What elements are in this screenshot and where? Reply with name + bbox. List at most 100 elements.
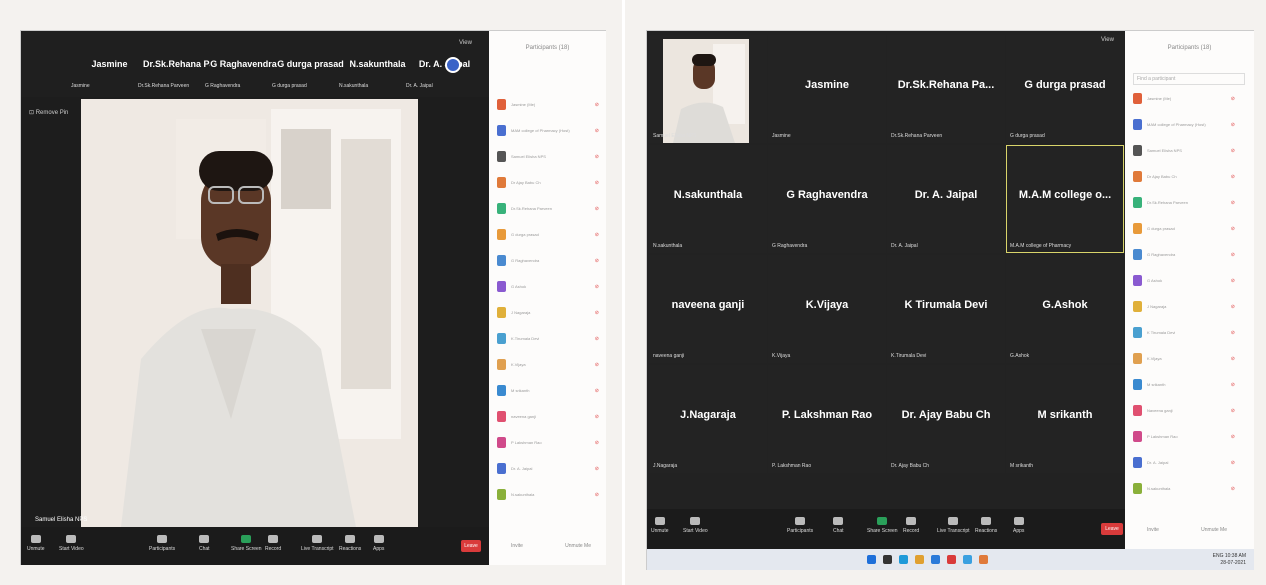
participant-item[interactable]: Dr Ajay Babu Ch ⊘ — [497, 177, 601, 191]
participant-item[interactable]: Dr.Sk.Rehana Parveen ⊘ — [497, 203, 601, 217]
toolbar-button-share-screen[interactable]: Share Screen — [867, 517, 898, 534]
toolbar-button-share-screen[interactable]: Share Screen — [231, 535, 262, 552]
tile-label: G Raghavendra — [772, 243, 808, 249]
taskbar-app-icon[interactable] — [947, 555, 956, 564]
participant-item[interactable]: Dr Ajay Babu Ch ⊘ — [1133, 171, 1237, 185]
participant-name: MAM college of Pharmacy (Host) — [511, 128, 570, 133]
toolbar-button-live-transcript[interactable]: Live Transcript — [301, 535, 334, 552]
participant-item[interactable]: naveena ganji ⊘ — [497, 411, 601, 425]
participant-item[interactable]: Samuel Elisha NPS ⊘ — [1133, 145, 1237, 159]
taskbar-app-icon[interactable] — [931, 555, 940, 564]
participant-search-input[interactable]: Find a participant — [1133, 73, 1245, 85]
participant-item[interactable]: Naveena ganji ⊘ — [1133, 405, 1237, 419]
gallery-tile[interactable]: Dr.Sk.Rehana Pa... Dr.Sk.Rehana Parveen — [887, 35, 1005, 143]
participant-item[interactable]: K.Vijaya ⊘ — [1133, 353, 1237, 367]
strip-tile-name[interactable]: N.sakunthala — [344, 59, 411, 69]
taskbar-app-icon[interactable] — [883, 555, 892, 564]
gallery-tile[interactable]: G durga prasad G durga prasad — [1006, 35, 1124, 143]
unmute-me-button[interactable]: Unmute Me — [1201, 527, 1227, 533]
taskbar-app-icon[interactable] — [867, 555, 876, 564]
participant-item[interactable]: G Ashok ⊘ — [497, 281, 601, 295]
leave-button[interactable]: Leave — [461, 540, 481, 552]
participant-status-icon: ⊘ — [594, 154, 599, 160]
gallery-tile[interactable]: G.Ashok G.Ashok — [1006, 255, 1124, 363]
tile-label: Dr. A. Jaipal — [891, 243, 918, 249]
participant-item[interactable]: K.Vijaya ⊘ — [497, 359, 601, 373]
participant-item[interactable]: G Raghavendra ⊘ — [1133, 249, 1237, 263]
remove-pin-button[interactable]: ⊡ Remove Pin — [29, 109, 68, 116]
strip-tile-name[interactable]: Dr.Sk.Rehana Pa... — [143, 59, 210, 69]
next-page-arrow-icon[interactable] — [445, 57, 461, 73]
participant-item[interactable]: K Tirumala Devi ⊘ — [1133, 327, 1237, 341]
participant-item[interactable]: G Raghavendra ⊘ — [497, 255, 601, 269]
invite-button[interactable]: Invite — [1147, 527, 1159, 533]
participant-item[interactable]: MAM college of Pharmacy (Host) ⊘ — [497, 125, 601, 139]
view-button[interactable]: View — [459, 40, 472, 46]
participant-avatar — [1133, 249, 1142, 260]
gallery-tile[interactable]: G Raghavendra G Raghavendra — [768, 145, 886, 253]
gallery-tile[interactable]: P. Lakshman Rao P. Lakshman Rao — [768, 365, 886, 473]
participant-status-icon: ⊘ — [594, 232, 599, 238]
toolbar-button-unmute[interactable]: Unmute — [651, 517, 669, 534]
taskbar-app-icon[interactable] — [979, 555, 988, 564]
gallery-tile[interactable]: Dr. A. Jaipal Dr. A. Jaipal — [887, 145, 1005, 253]
participant-item[interactable]: Dr. A. Jaipal ⊘ — [1133, 457, 1237, 471]
toolbar-button-record[interactable]: Record — [903, 517, 919, 534]
gallery-tile[interactable]: naveena ganji naveena ganji — [649, 255, 767, 363]
gallery-tile[interactable]: Dr. Ajay Babu Ch Dr. Ajay Babu Ch — [887, 365, 1005, 473]
strip-tile-name[interactable]: Jasmine — [76, 59, 143, 69]
toolbar-button-reactions[interactable]: Reactions — [975, 517, 997, 534]
toolbar-button-apps[interactable]: Apps — [373, 535, 384, 552]
participant-item[interactable]: M srikanth ⊘ — [497, 385, 601, 399]
participant-item[interactable]: P Lakshman Rao ⊘ — [1133, 431, 1237, 445]
toolbar-button-live-transcript[interactable]: Live Transcript — [937, 517, 970, 534]
gallery-tile[interactable]: K Tirumala Devi K.Tirumala Devi — [887, 255, 1005, 363]
toolbar-button-chat[interactable]: Chat — [833, 517, 844, 534]
strip-tile-name[interactable]: G Raghavendra — [210, 59, 277, 69]
gallery-tile[interactable]: M.A.M college o... M.A.M college of Pharm… — [1006, 145, 1124, 253]
taskbar-app-icon[interactable] — [899, 555, 908, 564]
participant-item[interactable]: Dr.Sk.Rehana Parveen ⊘ — [1133, 197, 1237, 211]
gallery-tile[interactable]: J.Nagaraja J.Nagaraja — [649, 365, 767, 473]
toolbar-button-participants[interactable]: Participants — [787, 517, 813, 534]
gallery-tile[interactable]: K.Vijaya K.Vijaya — [768, 255, 886, 363]
gallery-tile[interactable]: Jasmine Jasmine — [768, 35, 886, 143]
toolbar-button-apps[interactable]: Apps — [1013, 517, 1024, 534]
gallery-tile[interactable]: M srikanth M srikanth — [1006, 365, 1124, 473]
gallery-tile[interactable]: N.sakunthala N.sakunthala — [649, 145, 767, 253]
toolbar-button-record[interactable]: Record — [265, 535, 281, 552]
participant-item[interactable]: Samuel Elisha NPS ⊘ — [497, 151, 601, 165]
leave-button[interactable]: Leave — [1101, 523, 1123, 535]
participant-avatar — [1133, 171, 1142, 182]
participant-item[interactable]: G durga prasad ⊘ — [497, 229, 601, 243]
toolbar-button-unmute[interactable]: Unmute — [27, 535, 45, 552]
gallery-tile[interactable]: Samuel Elisha NPS — [649, 35, 767, 143]
invite-button[interactable]: Invite — [511, 543, 523, 549]
participant-item[interactable]: N.sakunthala ⊘ — [497, 489, 601, 503]
participant-item[interactable]: Jasmine (Me) ⊘ — [497, 99, 601, 113]
participant-item[interactable]: MAM college of Pharmacy (Host) ⊘ — [1133, 119, 1237, 133]
participant-status-icon: ⊘ — [1230, 226, 1235, 232]
participant-item[interactable]: G durga prasad ⊘ — [1133, 223, 1237, 237]
participant-item[interactable]: G Ashok ⊘ — [1133, 275, 1237, 289]
participant-item[interactable]: J Nagaraja ⊘ — [497, 307, 601, 321]
participant-item[interactable]: J Nagaraja ⊘ — [1133, 301, 1237, 315]
view-button[interactable]: View — [1101, 37, 1114, 43]
unmute-me-button[interactable]: Unmute Me — [565, 543, 591, 549]
participant-item[interactable]: P Lakshman Rao ⊘ — [497, 437, 601, 451]
toolbar-button-participants[interactable]: Participants — [149, 535, 175, 552]
toolbar-button-reactions[interactable]: Reactions — [339, 535, 361, 552]
toolbar-icon — [654, 517, 665, 525]
toolbar-label: Share Screen — [231, 546, 262, 552]
toolbar-button-start-video[interactable]: Start Video — [59, 535, 84, 552]
taskbar-app-icon[interactable] — [963, 555, 972, 564]
toolbar-button-chat[interactable]: Chat — [199, 535, 210, 552]
toolbar-button-start-video[interactable]: Start Video — [683, 517, 708, 534]
participant-item[interactable]: K.Tirumala Devi ⊘ — [497, 333, 601, 347]
participant-item[interactable]: M srikanth ⊘ — [1133, 379, 1237, 393]
strip-tile-name[interactable]: G durga prasad — [277, 59, 344, 69]
participant-item[interactable]: Jasmine (Me) ⊘ — [1133, 93, 1237, 107]
participant-item[interactable]: Dr. A. Jaipal ⊘ — [497, 463, 601, 477]
taskbar-app-icon[interactable] — [915, 555, 924, 564]
participant-item[interactable]: N.sakunthala ⊘ — [1133, 483, 1237, 497]
